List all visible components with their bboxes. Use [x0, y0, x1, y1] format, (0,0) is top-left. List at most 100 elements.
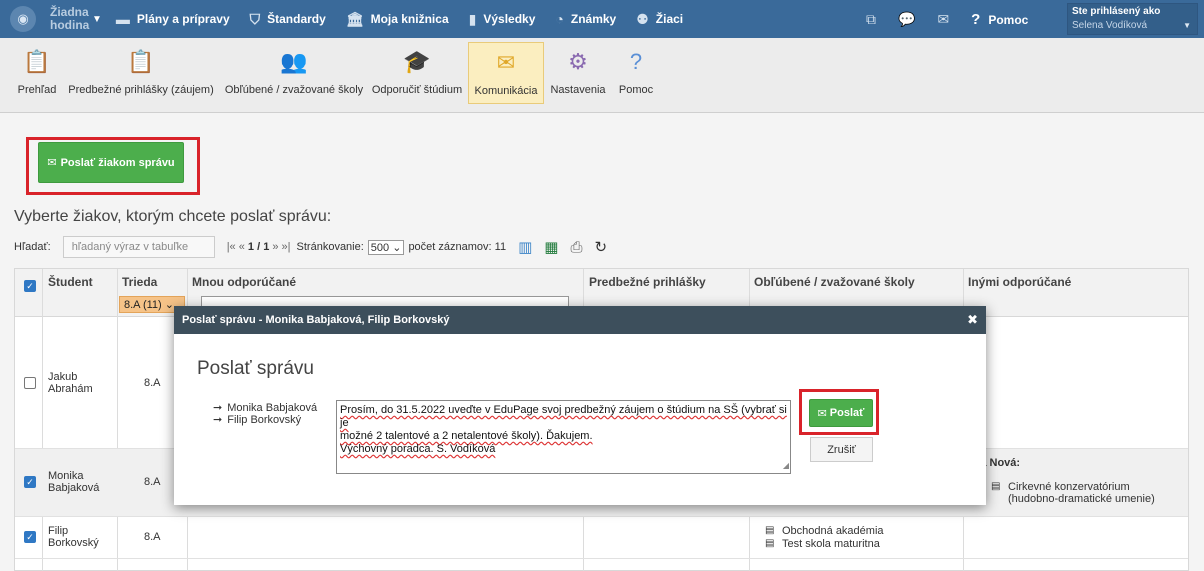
student-last-name: Babjaková	[48, 482, 100, 494]
dialog-heading: Poslať správu	[197, 358, 314, 379]
toolbar-item-label: Odporučiť štúdium	[371, 84, 463, 96]
library-icon: 🏛	[345, 10, 364, 27]
table-row[interactable]: ✓ Filip Borkovský 8.A ▤ Obchodná akadémi…	[15, 517, 1188, 559]
select-all-checkbox[interactable]: ✓	[24, 280, 36, 292]
toolbar-item[interactable]: ? Pomoc	[614, 46, 658, 96]
resize-handle-icon[interactable]: ◢	[783, 459, 789, 472]
cancel-button[interactable]: Zrušiť	[810, 437, 873, 462]
cast-icon[interactable]: ⧉	[866, 11, 876, 28]
send-message-dialog: Poslať správu - Monika Babjaková, Filip …	[174, 306, 986, 505]
topnav-item[interactable]: ⚉ Žiaci	[636, 11, 683, 28]
topnav-item[interactable]: ▬ Plány a prípravy	[116, 11, 230, 28]
school-icon: ▤	[765, 525, 775, 536]
page-heading: Vyberte žiakov, ktorým chcete poslať spr…	[14, 208, 332, 225]
col-student[interactable]: Študent	[48, 275, 93, 289]
shield-icon: ⛉	[249, 10, 261, 27]
student-last-name: Abrahám	[48, 383, 93, 395]
school-icon: ▤	[991, 481, 1001, 492]
user-menu[interactable]: Ste prihlásený ako Selena Vodíková ▼	[1067, 3, 1198, 35]
excel-icon[interactable]: ▦	[544, 238, 558, 256]
toolbar-item-label: Komunikácia	[474, 85, 538, 97]
toolbar-item-label: Obľúbené / zvažované školy	[224, 84, 364, 96]
toolbar-item-label: Nastavenia	[550, 84, 606, 96]
pager-current: 1 / 1	[247, 241, 270, 253]
top-nav: ▬ Plány a prípravy ⛉ Štandardy 🏛 Moja knižnic…	[116, 11, 703, 28]
topnav-label: Štandardy	[267, 12, 326, 26]
lesson-selector-label: Žiadna hodina	[50, 5, 90, 32]
student-first-name: Filip	[48, 525, 69, 537]
recommended-school-name: Cirkevné konzervatórium	[1008, 481, 1130, 493]
col-favorite-schools[interactable]: Obľúbené / zvažované školy	[754, 275, 915, 289]
topnav-item[interactable]: ⛉ Štandardy	[250, 11, 326, 28]
col-my-recommended[interactable]: Mnou odporúčané	[192, 275, 296, 289]
close-icon[interactable]: ✖	[967, 312, 978, 328]
records-count: počet záznamov: 11	[408, 241, 507, 253]
table-controls: Hľadať: hľadaný výraz v tabuľke |« « 1 /…	[14, 236, 654, 258]
settings-icon: ⚙	[568, 49, 588, 74]
send-students-message-label: Poslať žiakom správu	[60, 156, 175, 169]
row-checkbox[interactable]: ✓	[24, 531, 36, 543]
toolbar-item[interactable]: ✉ Komunikácia	[468, 42, 544, 104]
toolbar-item-label: Predbežné prihlášky (záujem)	[68, 84, 214, 96]
school-icon: ▤	[765, 538, 775, 549]
toolbar-item[interactable]: 🎓 Odporučiť štúdium	[370, 46, 464, 96]
topnav-label: Moja knižnica	[370, 12, 449, 26]
lesson-selector[interactable]: Žiadna hodina	[50, 5, 90, 32]
send-label: Poslať	[829, 407, 865, 419]
send-button[interactable]: ✉ Poslať	[809, 399, 873, 427]
dialog-titlebar: Poslať správu - Monika Babjaková, Filip …	[174, 306, 986, 334]
send-students-message-button[interactable]: ✉ Poslať žiakom správu	[38, 142, 184, 183]
topnav-item[interactable]: ◔ Známky	[555, 11, 616, 28]
arrow-right-icon: ➞	[213, 414, 223, 426]
recipient-name: Filip Borkovský	[227, 414, 302, 426]
chevron-down-icon[interactable]: ▼	[92, 14, 102, 25]
student-class: 8.A	[144, 476, 161, 488]
toolbar-item[interactable]: 👥 Obľúbené / zvažované školy	[222, 46, 366, 96]
topnav-item[interactable]: 🏛 Moja knižnica	[346, 11, 449, 28]
col-class[interactable]: Trieda	[122, 275, 157, 289]
refresh-icon[interactable]: ↻	[594, 238, 607, 256]
student-last-name: Borkovský	[48, 537, 99, 549]
message-textarea[interactable]: Prosím, do 31.5.2022 uveďte v EduPage sv…	[336, 400, 791, 474]
page-size-select[interactable]: 500 ⌄	[367, 239, 405, 255]
pager-next-last[interactable]: » »|	[272, 241, 290, 253]
row-checkbox[interactable]	[24, 377, 36, 389]
toolbar-item[interactable]: 📋 Prehľad	[14, 46, 60, 96]
toolbar-item-label: Pomoc	[618, 84, 654, 96]
student-first-name: Monika	[48, 470, 84, 482]
student-class: 8.A	[144, 377, 161, 389]
grades-icon: ◔	[555, 11, 564, 27]
students-icon: ⚉	[636, 10, 649, 27]
pager-first-prev[interactable]: |« «	[227, 241, 245, 253]
envelope-icon[interactable]: ✉	[937, 11, 949, 28]
recommended-school-detail: (hudobno-dramatické umenie)	[1008, 493, 1155, 505]
columns-icon[interactable]: ▥	[518, 238, 532, 256]
topnav-label: Plány a prípravy	[136, 12, 230, 26]
recipient-item: ➞ Filip Borkovský	[213, 413, 301, 426]
table-search-input[interactable]: hľadaný výraz v tabuľke	[62, 236, 215, 258]
col-others-recommended[interactable]: Inými odporúčané	[968, 275, 1071, 289]
favorite-schools-icon: 👥	[280, 49, 308, 74]
graduation-cap-icon: 🎓	[403, 49, 431, 74]
topnav-label: Výsledky	[483, 12, 536, 26]
chat-icon[interactable]: 💬	[898, 11, 915, 28]
envelope-icon: ✉	[47, 157, 57, 169]
col-applications[interactable]: Predbežné prihlášky	[589, 275, 706, 289]
message-line: Výchovný poradca. S. Vodíková	[340, 443, 496, 455]
envelope-icon: ✉	[817, 407, 827, 420]
user-caption: Ste prihlásený ako	[1072, 6, 1161, 17]
toolbar-item[interactable]: 📋 Predbežné prihlášky (záujem)	[66, 46, 216, 96]
logo-icon[interactable]: ◉	[10, 6, 36, 32]
toolbar-item-label: Prehľad	[17, 84, 57, 96]
bar-chart-icon: ▮	[468, 10, 477, 27]
message-line: Prosím, do 31.5.2022 uveďte v EduPage sv…	[340, 404, 787, 429]
user-menu-chevron-icon: ▼	[1183, 21, 1191, 30]
row-checkbox[interactable]: ✓	[24, 476, 36, 488]
print-icon[interactable]: ⎙	[570, 239, 582, 256]
help-link[interactable]: ? Pomoc	[971, 11, 1028, 28]
pager[interactable]: |« « 1 / 1 » »|	[227, 241, 291, 253]
class-filter-value: 8.A (11)	[124, 299, 162, 311]
topnav-item[interactable]: ▮ Výsledky	[469, 11, 536, 28]
toolbar-item[interactable]: ⚙ Nastavenia	[546, 46, 610, 96]
dialog-title: Poslať správu - Monika Babjaková, Filip …	[182, 314, 450, 326]
